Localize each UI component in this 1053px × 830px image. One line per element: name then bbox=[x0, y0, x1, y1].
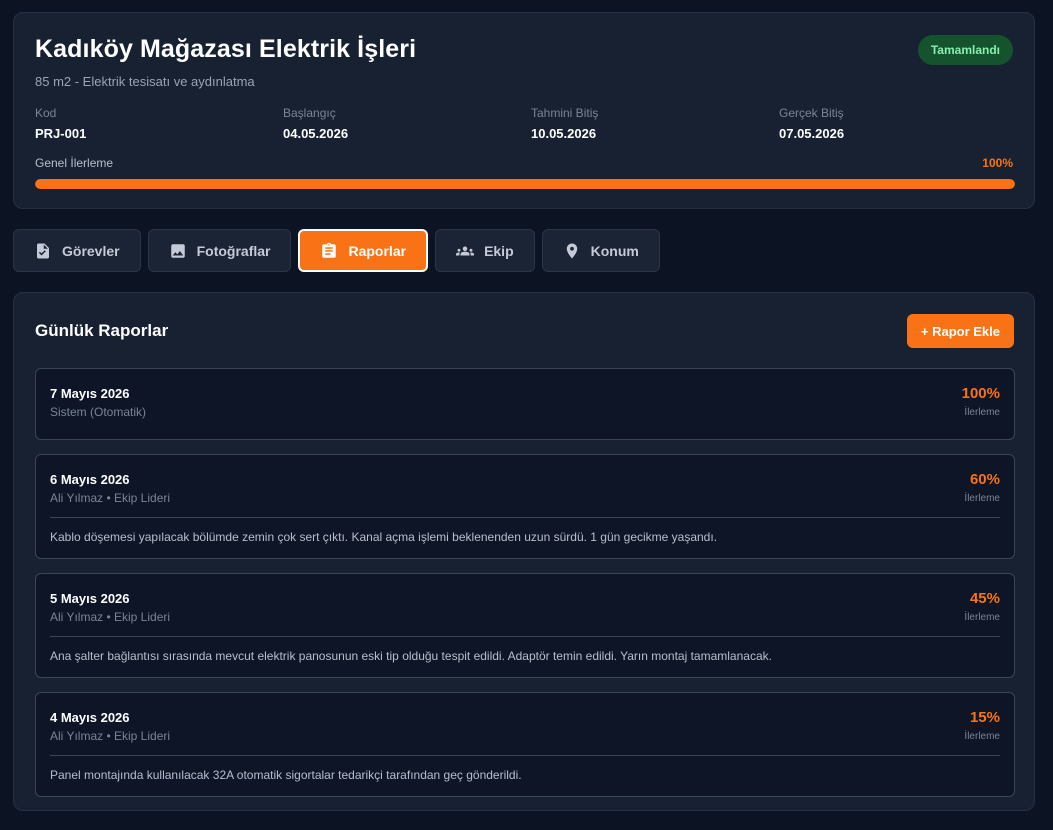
report-date: 4 Mayıs 2026 bbox=[50, 710, 130, 725]
report-text: Kablo döşemesi yapılacak bölümde zemin ç… bbox=[50, 517, 1000, 544]
location-pin-icon bbox=[566, 243, 577, 258]
report-card[interactable]: 4 Mayıs 2026 Ali Yılmaz • Ekip Lideri 15… bbox=[35, 692, 1015, 797]
report-card[interactable]: 5 Mayıs 2026 Ali Yılmaz • Ekip Lideri 45… bbox=[35, 573, 1015, 678]
report-card[interactable]: 6 Mayıs 2026 Ali Yılmaz • Ekip Lideri 60… bbox=[35, 454, 1015, 559]
meta-estimated-end: Tahmini Bitiş 10.05.2026 bbox=[531, 106, 598, 141]
tab-tasks[interactable]: Görevler bbox=[13, 229, 141, 272]
report-date: 6 Mayıs 2026 bbox=[50, 472, 130, 487]
meta-actual-end: Gerçek Bitiş 07.05.2026 bbox=[779, 106, 844, 141]
task-check-icon bbox=[37, 243, 49, 258]
report-date: 5 Mayıs 2026 bbox=[50, 591, 130, 606]
clipboard-icon bbox=[322, 242, 337, 258]
daily-reports-title: Günlük Raporlar bbox=[35, 321, 169, 340]
project-tabs: Görevler Fotoğraflar Raporlar Ekip Konum bbox=[13, 229, 660, 272]
project-title: Kadıköy Mağazası Elektrik İşleri bbox=[35, 35, 417, 63]
report-progress-value: 15% bbox=[969, 709, 1000, 726]
tab-location[interactable]: Konum bbox=[541, 229, 660, 272]
report-progress-value: 100% bbox=[961, 385, 1000, 402]
tab-reports-label: Raporlar bbox=[348, 242, 407, 259]
overall-progress-percent: 100% bbox=[982, 156, 1013, 170]
project-header-card: Kadıköy Mağazası Elektrik İşleri Tamamla… bbox=[13, 12, 1035, 209]
report-progress-value: 45% bbox=[969, 590, 1000, 607]
overall-progress-fill bbox=[35, 179, 1015, 189]
tab-team[interactable]: Ekip bbox=[435, 229, 535, 272]
meta-start-value: 04.05.2026 bbox=[283, 126, 349, 141]
tab-team-label: Ekip bbox=[484, 242, 514, 259]
status-badge: Tamamlandı bbox=[917, 35, 1013, 65]
meta-actual-end-label: Gerçek Bitiş bbox=[779, 106, 844, 120]
group-icon bbox=[456, 246, 475, 255]
meta-start-date: Başlangıç 04.05.2026 bbox=[283, 106, 348, 141]
project-subtitle: 85 m2 - Elektrik tesisatı ve aydınlatma bbox=[35, 74, 255, 89]
report-progress-caption: İlerleme bbox=[964, 731, 1000, 742]
tab-reports[interactable]: Raporlar bbox=[298, 229, 429, 272]
report-text: Ana şalter bağlantısı sırasında mevcut e… bbox=[50, 636, 1000, 663]
meta-estimated-end-value: 10.05.2026 bbox=[531, 126, 597, 141]
report-author: Ali Yılmaz • Ekip Lideri bbox=[50, 491, 171, 505]
tab-location-label: Konum bbox=[590, 242, 639, 259]
add-report-button[interactable]: + Rapor Ekle bbox=[906, 314, 1014, 348]
overall-progress-bar bbox=[35, 179, 1015, 189]
report-progress-caption: İlerleme bbox=[964, 612, 1000, 623]
daily-reports-panel: Günlük Raporlar + Rapor Ekle 7 Mayıs 202… bbox=[13, 292, 1035, 811]
report-progress-caption: İlerleme bbox=[964, 407, 1000, 418]
tab-tasks-label: Görevler bbox=[62, 242, 120, 259]
meta-actual-end-value: 07.05.2026 bbox=[779, 126, 845, 141]
project-detail-page: Kadıköy Mağazası Elektrik İşleri Tamamla… bbox=[0, 0, 1053, 830]
report-list: 7 Mayıs 2026 Sistem (Otomatik) 100% İler… bbox=[35, 368, 1015, 811]
meta-start-label: Başlangıç bbox=[283, 106, 336, 120]
report-progress-caption: İlerleme bbox=[964, 493, 1000, 504]
tab-photos-label: Fotoğraflar bbox=[196, 242, 271, 259]
meta-code-label: Kod bbox=[35, 106, 57, 120]
image-icon bbox=[170, 243, 185, 258]
report-author: Sistem (Otomatik) bbox=[50, 405, 147, 419]
report-author: Ali Yılmaz • Ekip Lideri bbox=[50, 729, 171, 743]
report-author: Ali Yılmaz • Ekip Lideri bbox=[50, 610, 171, 624]
tab-photos[interactable]: Fotoğraflar bbox=[147, 229, 292, 272]
report-text: Panel montajında kullanılacak 32A otomat… bbox=[50, 755, 1000, 782]
meta-code-value: PRJ-001 bbox=[35, 126, 87, 141]
meta-code: Kod PRJ-001 bbox=[35, 106, 86, 141]
report-card[interactable]: 7 Mayıs 2026 Sistem (Otomatik) 100% İler… bbox=[35, 368, 1015, 440]
overall-progress-label: Genel İlerleme bbox=[35, 156, 114, 170]
report-progress-value: 60% bbox=[969, 471, 1000, 488]
report-date: 7 Mayıs 2026 bbox=[50, 386, 130, 401]
meta-estimated-end-label: Tahmini Bitiş bbox=[531, 106, 599, 120]
